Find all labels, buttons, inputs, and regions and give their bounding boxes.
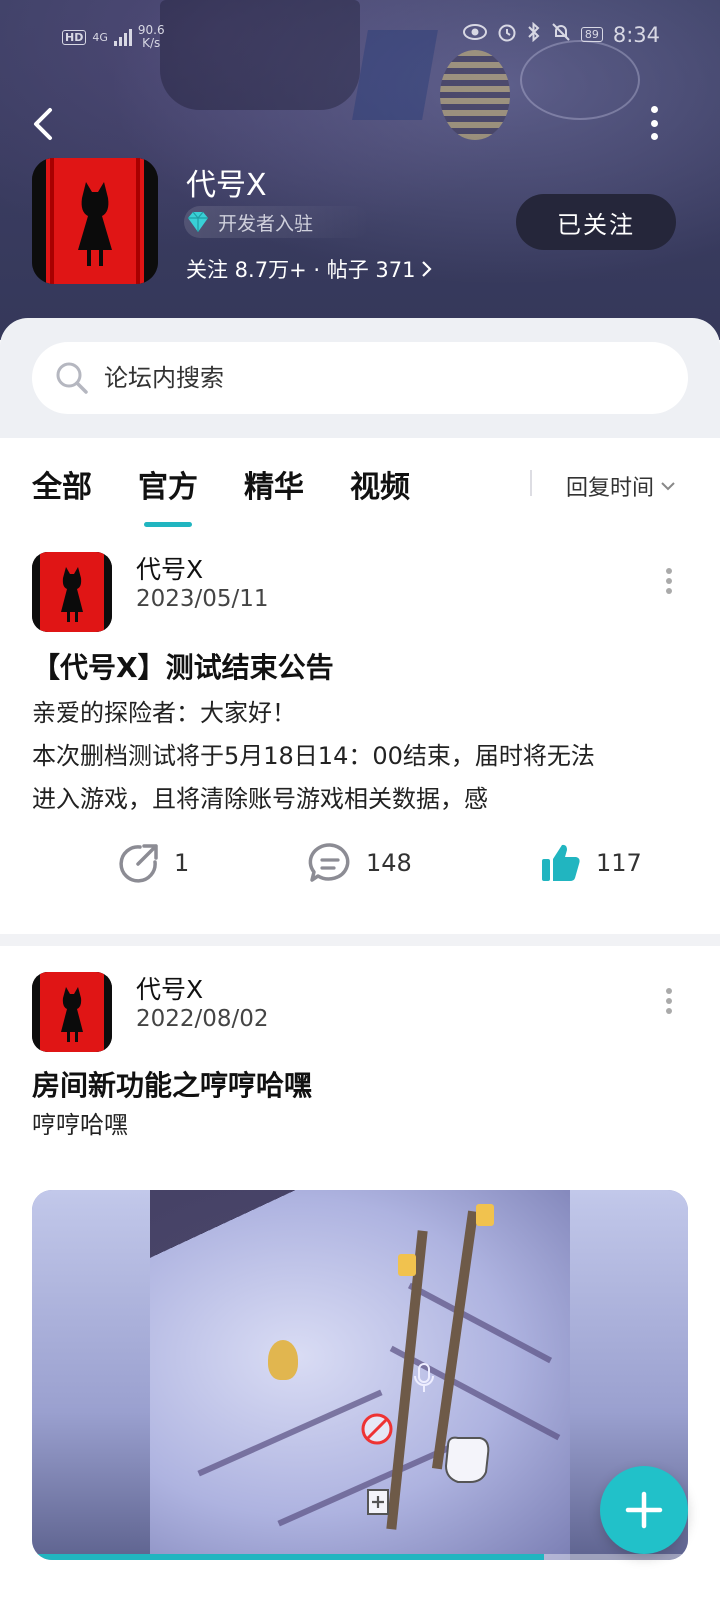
developer-badge: 开发者入驻 bbox=[184, 206, 370, 238]
video-progress-bar[interactable] bbox=[32, 1554, 688, 1560]
comment-button[interactable]: 148 bbox=[308, 842, 412, 884]
post-excerpt-line: 哼哼哈嘿 bbox=[32, 1111, 128, 1139]
forum-stats-link[interactable]: 关注 8.7万+ · 帖子 371 bbox=[186, 254, 433, 284]
status-bar-left: HD 4G 90.6 K/s bbox=[62, 24, 165, 50]
comment-icon bbox=[308, 843, 350, 882]
video-blur-edge bbox=[32, 1190, 150, 1560]
post-excerpt-line: 进入游戏，且将清除账号游戏相关数据，感 bbox=[32, 785, 488, 813]
video-progress-fill bbox=[32, 1554, 544, 1560]
sort-label: 回复时间 bbox=[566, 476, 655, 501]
post-title[interactable]: 房间新功能之哼哼哈嘿 bbox=[32, 1064, 312, 1104]
alarm-icon bbox=[497, 22, 517, 47]
developer-badge-label: 开发者入驻 bbox=[218, 212, 314, 235]
more-vertical-icon bbox=[666, 568, 672, 574]
post-excerpt-line: 亲爱的探险者：大家好！ bbox=[32, 699, 296, 727]
search-input[interactable] bbox=[104, 364, 624, 392]
post-card[interactable]: 代号X 2023/05/11 【代号X】测试结束公告 亲爱的探险者：大家好！ 本… bbox=[0, 530, 720, 930]
comment-count: 148 bbox=[366, 849, 412, 877]
active-tab-indicator bbox=[144, 522, 192, 527]
signal-icon bbox=[113, 28, 132, 46]
post-author[interactable]: 代号X bbox=[136, 970, 203, 1006]
plus-icon bbox=[625, 1491, 663, 1529]
share-button[interactable]: 1 bbox=[118, 842, 189, 884]
header-more-button[interactable] bbox=[644, 106, 664, 140]
avatar[interactable] bbox=[32, 552, 112, 632]
share-icon bbox=[119, 844, 158, 883]
divider bbox=[530, 470, 532, 496]
post-filter-tabs: 全部 官方 精华 视频 回复时间 bbox=[0, 438, 720, 530]
chevron-right-icon bbox=[422, 261, 433, 277]
status-bar-right: 89 8:34 bbox=[462, 21, 660, 47]
tab-video[interactable]: 视频 bbox=[350, 462, 410, 506]
clock: 8:34 bbox=[612, 22, 660, 47]
post-date: 2023/05/11 bbox=[136, 586, 269, 612]
microphone-icon bbox=[414, 1363, 434, 1392]
like-count: 117 bbox=[596, 849, 642, 877]
hd-indicator: HD bbox=[62, 29, 87, 45]
network-speed-value: 90.6 bbox=[137, 23, 165, 37]
tab-featured[interactable]: 精华 bbox=[244, 462, 304, 506]
fist-icon bbox=[444, 1436, 490, 1483]
post-actions: 1 148 117 bbox=[0, 834, 720, 890]
network-speed: 90.6 K/s bbox=[138, 24, 165, 50]
battery-level: 89 bbox=[584, 28, 599, 41]
eye-icon bbox=[462, 24, 487, 45]
search-section bbox=[0, 318, 720, 438]
tab-official[interactable]: 官方 bbox=[138, 462, 198, 506]
more-vertical-icon bbox=[650, 106, 658, 113]
avatar[interactable] bbox=[32, 972, 112, 1052]
forum-header: HD 4G 90.6 K/s 89 8:34 代号X 开发者入驻 关注 8.7万… bbox=[0, 0, 720, 340]
chevron-down-icon bbox=[661, 482, 675, 491]
thumbs-up-icon bbox=[542, 844, 580, 881]
share-count: 1 bbox=[174, 849, 190, 877]
like-button[interactable]: 117 bbox=[540, 842, 642, 884]
network-speed-unit: K/s bbox=[142, 36, 161, 50]
network-type: 4G bbox=[92, 30, 108, 44]
forum-name: 代号X bbox=[186, 168, 267, 203]
follow-button[interactable]: 已关注 bbox=[516, 194, 676, 250]
bookmark-add-icon bbox=[367, 1489, 389, 1515]
status-bar: HD 4G 90.6 K/s 89 8:34 bbox=[0, 0, 720, 70]
block-icon bbox=[361, 1413, 393, 1445]
post-excerpt-line: 本次删档测试将于5月18日14：00结束，届时将无法 bbox=[32, 742, 595, 770]
battery-icon: 89 bbox=[580, 27, 603, 42]
search-icon bbox=[56, 362, 88, 394]
sort-dropdown[interactable]: 回复时间 bbox=[566, 470, 676, 502]
post-date: 2022/08/02 bbox=[136, 1006, 269, 1032]
chevron-left-icon bbox=[34, 108, 52, 140]
video-frame bbox=[150, 1190, 570, 1560]
tab-all[interactable]: 全部 bbox=[32, 462, 92, 506]
back-button[interactable] bbox=[28, 104, 62, 142]
create-post-button[interactable] bbox=[600, 1466, 688, 1554]
post-author[interactable]: 代号X bbox=[136, 550, 203, 586]
bluetooth-icon bbox=[527, 21, 541, 47]
post-separator bbox=[0, 934, 720, 946]
game-icon bbox=[32, 158, 158, 284]
more-vertical-icon bbox=[666, 988, 672, 994]
mute-icon bbox=[551, 22, 571, 47]
post-title[interactable]: 【代号X】测试结束公告 bbox=[32, 646, 334, 686]
forum-stats-text: 关注 8.7万+ · 帖子 371 bbox=[186, 258, 416, 282]
diamond-icon bbox=[188, 211, 208, 232]
post-more-button[interactable] bbox=[664, 988, 674, 1014]
post-excerpt[interactable]: 哼哼哈嘿 bbox=[32, 1104, 692, 1147]
post-more-button[interactable] bbox=[664, 568, 674, 594]
search-bar[interactable] bbox=[32, 342, 688, 414]
video-thumbnail[interactable] bbox=[32, 1190, 688, 1560]
post-excerpt[interactable]: 亲爱的探险者：大家好！ 本次删档测试将于5月18日14：00结束，届时将无法 进… bbox=[32, 692, 692, 821]
